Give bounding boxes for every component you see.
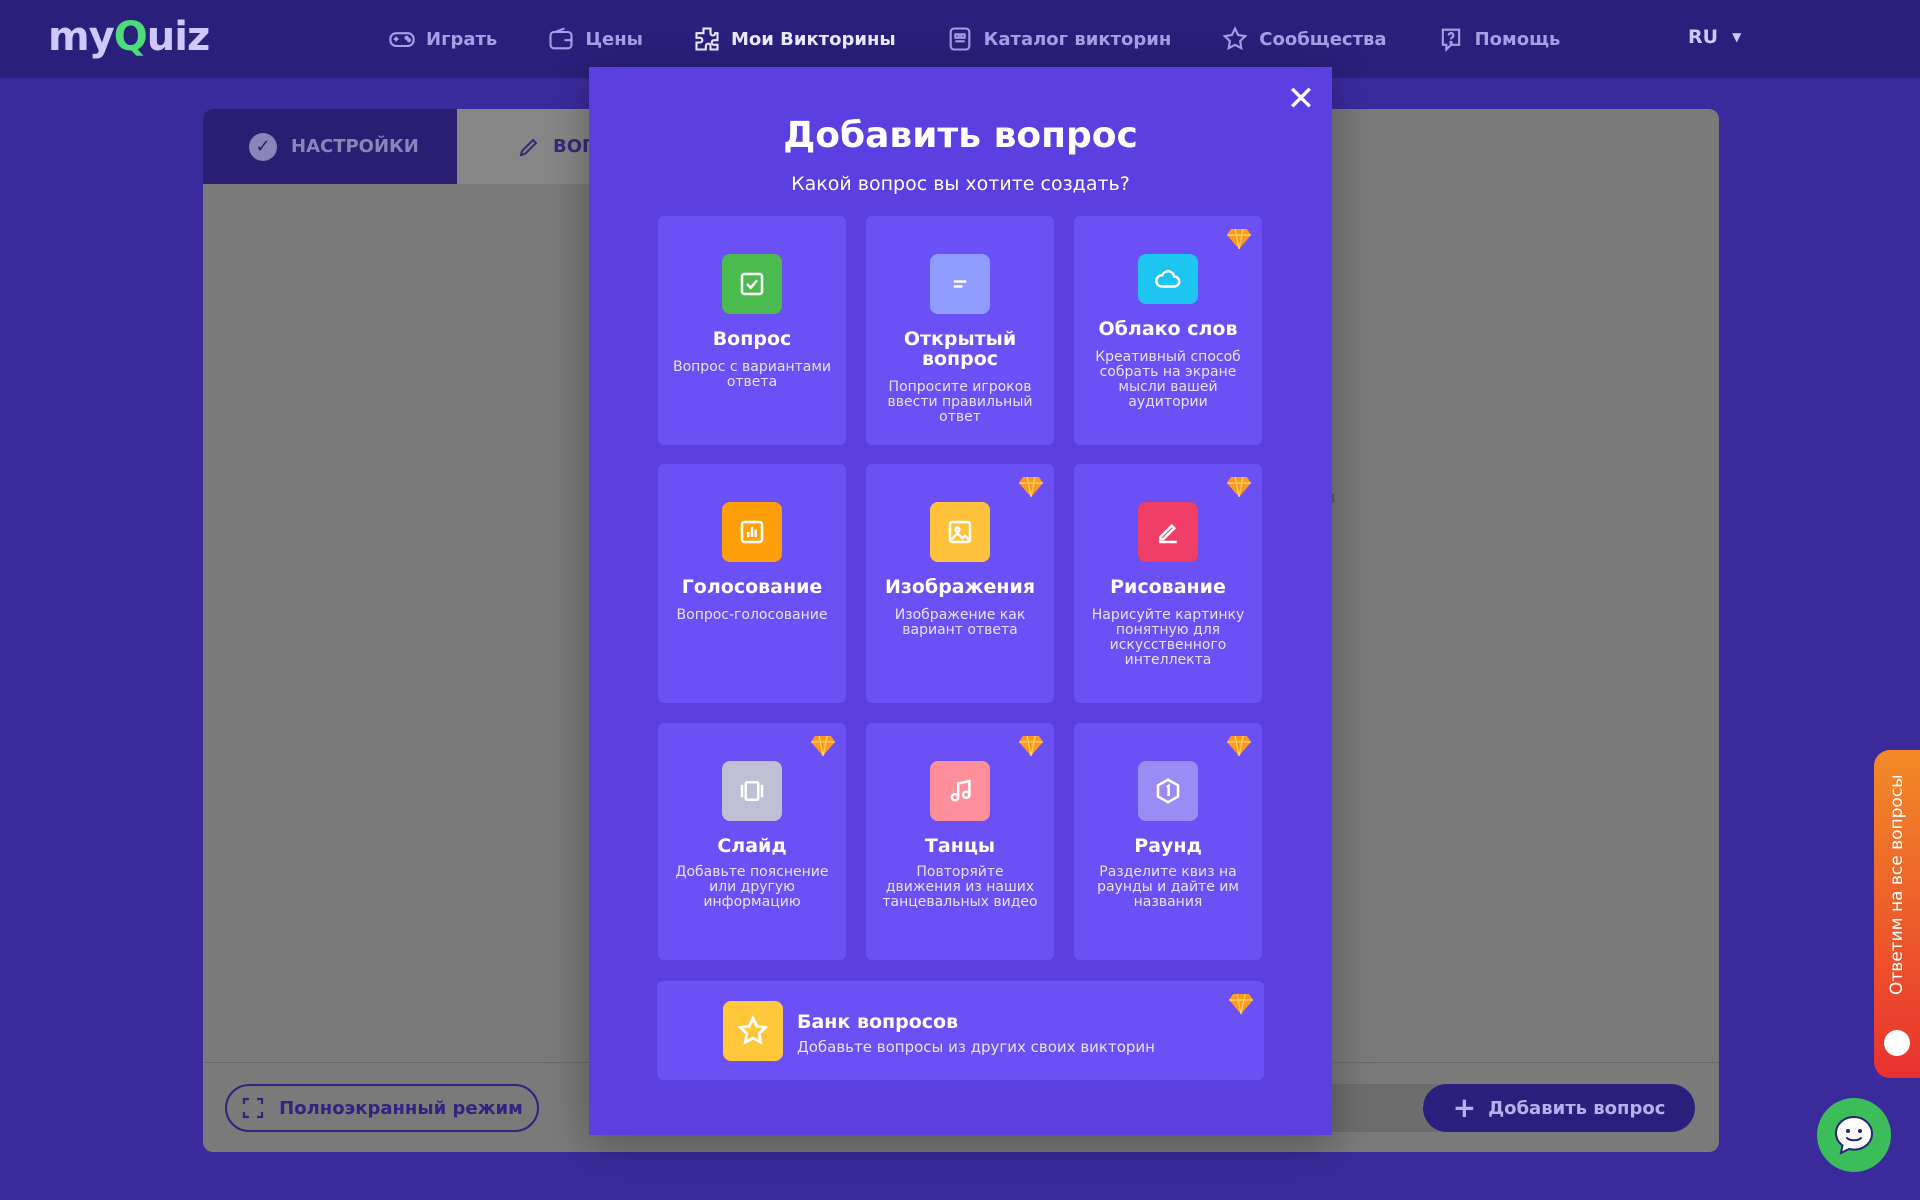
question-type-images[interactable]: Изображения Изображение как вариант отве… [866,464,1054,703]
card-title: Танцы [924,835,996,857]
tab-settings[interactable]: ✓ НАСТРОЙКИ [203,109,457,184]
chat-support-button[interactable] [1817,1098,1891,1172]
cloud-icon [1138,254,1198,304]
premium-diamond-icon [1229,993,1253,1015]
premium-diamond-icon [1227,476,1251,498]
question-type-dance[interactable]: Танцы Повторяйте движения из наших танце… [866,723,1054,960]
feedback-tab-label: Ответим на все вопросы [1887,774,1907,996]
music-icon [930,761,990,821]
question-bank-card[interactable]: Банк вопросов Добавьте вопросы из других… [657,981,1264,1080]
card-title: Облако слов [1098,318,1238,340]
question-type-poll[interactable]: Голосование Вопрос-голосование [658,464,846,703]
nav-label: Каталог викторин [983,28,1172,50]
bar-chart-icon [722,502,782,562]
nav-label: Цены [585,28,643,50]
catalog-icon [949,27,971,51]
question-type-word-cloud[interactable]: Облако слов Креативный способ собрать на… [1074,216,1262,445]
pen-icon [1138,502,1198,562]
tab-label: НАСТРОЙКИ [291,136,419,157]
card-description: Разделите квиз на раунды и дайте им назв… [1097,864,1239,910]
card-description: Нарисуйте картинку понятную для искусств… [1091,607,1245,668]
question-type-drawing[interactable]: Рисование Нарисуйте картинку понятную дл… [1074,464,1262,703]
question-type-round[interactable]: Раунд Разделите квиз на раунды и дайте и… [1074,723,1262,960]
card-title: Рисование [1110,576,1226,598]
card-description: Креативный способ собрать на экране мысл… [1095,349,1241,410]
nav-item-my-quizzes[interactable]: Мои Викторины [693,25,896,53]
check-circle-icon: ✓ [249,132,277,161]
premium-diamond-icon [1227,735,1251,757]
card-title: Вопрос [712,328,792,350]
language-label: RU [1688,26,1719,48]
plus-icon: + [1452,1091,1477,1124]
text-lines-icon [930,254,990,314]
card-description: Вопрос-голосование [676,607,828,623]
gamepad-icon [389,32,415,48]
image-icon [930,502,990,562]
nav-item-communities[interactable]: Сообщества [1221,25,1387,53]
premium-diamond-icon [1019,735,1043,757]
nav-label: Сообщества [1259,28,1387,50]
question-type-slide[interactable]: Слайд Добавьте пояснение или другую инфо… [658,723,846,960]
star-icon [1222,26,1248,51]
premium-diamond-icon [1019,476,1043,498]
chevron-down-icon: ▼ [1732,30,1742,44]
modal-title: Добавить вопрос [783,115,1138,156]
fullscreen-icon [243,1097,264,1119]
nav-label: Играть [426,28,498,50]
puzzle-icon [695,27,719,51]
card-title: Голосование [681,576,823,598]
chat-bubble-icon [1884,1030,1910,1056]
checkbox-icon [722,254,782,314]
nav-item-catalog[interactable]: Каталог викторин [946,25,1172,53]
nav-item-play[interactable]: Играть [388,25,497,53]
card-description: Повторяйте движения из наших танцевальны… [882,864,1038,910]
pencil-icon [519,138,538,156]
hexagon-one-icon [1138,761,1198,821]
nav-item-prices[interactable]: Цены [547,25,643,53]
card-description: Изображение как вариант ответа [894,607,1026,638]
bank-title: Банк вопросов [797,1011,959,1033]
smiley-chat-icon [1834,1115,1874,1155]
add-question-button[interactable]: + Добавить вопрос [1423,1084,1695,1132]
question-type-open[interactable]: Открытый вопрос Попросите игроков ввести… [866,216,1054,445]
card-title: Раунд [1134,835,1202,857]
fullscreen-button[interactable]: Полноэкранный режим [225,1084,539,1132]
help-icon [1441,28,1460,53]
card-title: Слайд [717,835,787,857]
card-description: Добавьте пояснение или другую информацию [675,864,829,910]
card-description: Попросите игроков ввести правильный отве… [887,379,1033,425]
logo[interactable]: myQuiz [48,14,210,60]
bank-description: Добавьте вопросы из других своих виктори… [797,1038,1155,1056]
add-question-modal: ✕ Добавить вопрос Какой вопрос вы хотите… [589,67,1332,1135]
card-title: Открытый вопрос [903,328,1017,370]
nav-item-help[interactable]: Помощь [1437,25,1561,53]
modal-subtitle: Какой вопрос вы хотите создать? [791,173,1130,195]
close-icon[interactable]: ✕ [1285,82,1317,116]
star-icon [723,1001,783,1061]
nav-label: Помощь [1474,28,1561,50]
slide-icon [722,761,782,821]
card-description: Вопрос с вариантами ответа [672,359,831,390]
premium-diamond-icon [811,735,835,757]
language-selector[interactable]: RU ▼ [1688,26,1741,48]
nav-label: Мои Викторины [730,28,896,50]
wallet-icon [549,27,573,50]
add-question-label: Добавить вопрос [1488,1097,1666,1119]
card-title: Изображения [884,576,1036,598]
fullscreen-label: Полноэкранный режим [279,1097,523,1119]
question-type-quiz[interactable]: Вопрос Вопрос с вариантами ответа [658,216,846,445]
premium-diamond-icon [1227,228,1251,250]
